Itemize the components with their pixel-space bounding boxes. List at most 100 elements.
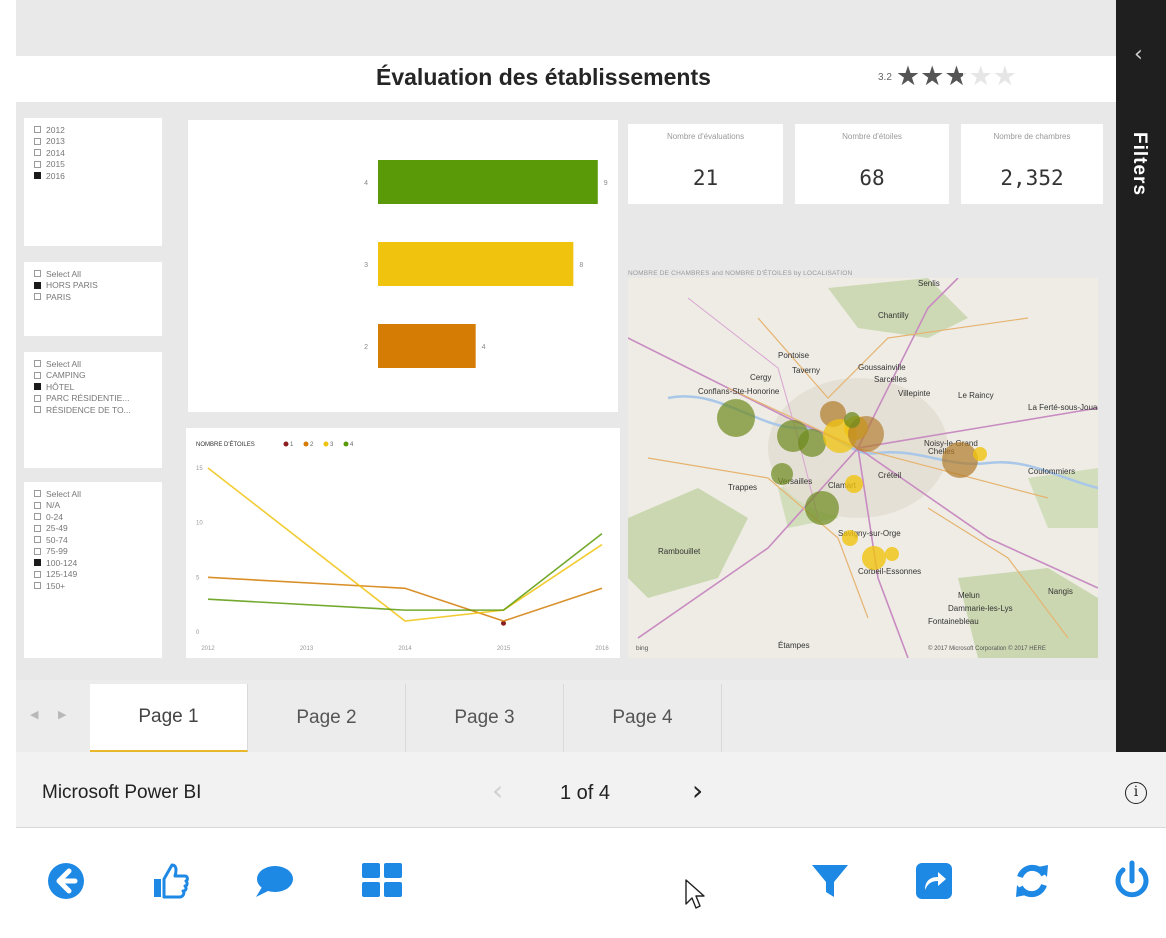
slicer-item[interactable]: 2012 [34, 124, 162, 135]
tab-scroll-arrows-icon[interactable]: ◀ ▶ [30, 708, 74, 721]
checkbox[interactable] [34, 172, 41, 179]
tab-page-2[interactable]: Page 2 [248, 684, 406, 752]
slicer-location[interactable]: Select All HORS PARIS PARIS [24, 262, 162, 336]
power-icon[interactable] [1110, 859, 1154, 903]
slicer-item[interactable]: CAMPING [34, 370, 162, 381]
grid-icon[interactable] [360, 859, 404, 903]
filter-icon[interactable] [808, 859, 852, 903]
checkbox[interactable] [34, 137, 41, 145]
info-icon[interactable]: i [1125, 782, 1147, 804]
checkbox[interactable] [34, 547, 41, 555]
map-bubble[interactable] [771, 463, 793, 485]
previous-page-icon[interactable]: ‹ [492, 774, 503, 807]
refresh-icon[interactable] [1010, 859, 1054, 903]
checkbox[interactable] [34, 559, 41, 566]
checkbox[interactable] [34, 513, 41, 520]
tab-page-3[interactable]: Page 3 [406, 684, 564, 752]
checkbox[interactable] [34, 536, 41, 543]
checkbox[interactable] [34, 582, 41, 589]
slicer-item[interactable]: Select All [34, 488, 162, 499]
line-chart-panel[interactable]: NOMBRE D'ÉTOILES 1 2 3 4 0 5 10 15 2012 2013 2014 20… [186, 428, 620, 658]
slicer-item[interactable]: 2013 [34, 136, 162, 147]
comment-icon[interactable] [252, 859, 296, 903]
kpi-card-stars[interactable]: Nombre d'étoiles 68 [795, 124, 949, 204]
slicer-item[interactable]: 2015 [34, 159, 162, 170]
checkbox[interactable] [34, 293, 41, 300]
checkbox[interactable] [34, 360, 41, 367]
slicer-item[interactable]: HÔTEL [34, 381, 162, 392]
map-bubble[interactable] [862, 546, 886, 570]
tab-page-1[interactable]: Page 1 [90, 684, 248, 752]
checkbox[interactable] [34, 383, 41, 390]
map-forest [958, 568, 1098, 658]
filters-label[interactable]: Filters [1128, 132, 1150, 196]
checkbox[interactable] [34, 501, 41, 509]
slicer-item[interactable]: 2014 [34, 147, 162, 158]
checkbox[interactable] [34, 149, 41, 156]
slicer-item[interactable]: 2016 [34, 170, 162, 181]
slicer-year[interactable]: 2012 2013 2014 2015 2016 [24, 118, 162, 246]
map-bubble[interactable] [973, 447, 987, 461]
line-chart[interactable]: NOMBRE D'ÉTOILES 1 2 3 4 0 5 10 15 2012 2013 2014 20… [186, 428, 620, 658]
slicer-item[interactable]: N/A [34, 500, 162, 511]
checkbox[interactable] [34, 524, 41, 532]
slicer-type[interactable]: Select All CAMPING HÔTEL PARC RÉSIDENTIE...… [24, 352, 162, 468]
map-bubble[interactable] [842, 530, 858, 546]
map-bubble[interactable] [885, 547, 899, 561]
filters-pane[interactable]: ‹ Filters [1116, 0, 1166, 752]
checkbox[interactable] [34, 160, 41, 168]
map-bubble[interactable] [717, 399, 755, 437]
slicer-item-label: HORS PARIS [46, 280, 98, 290]
top-bar [16, 0, 1116, 56]
checkbox[interactable] [34, 394, 41, 402]
kpi-card-evaluations[interactable]: Nombre d'évaluations 21 [628, 124, 783, 204]
back-icon[interactable] [44, 859, 88, 903]
slicer-item[interactable]: 25-49 [34, 523, 162, 534]
slicer-item[interactable]: Select All [34, 268, 162, 279]
map-bubble[interactable] [798, 429, 826, 457]
slicer-item-label: PARC RÉSIDENTIE... [46, 393, 130, 403]
slicer-item[interactable]: 100-124 [34, 557, 162, 568]
slicer-item[interactable]: 0-24 [34, 511, 162, 522]
like-icon[interactable] [148, 859, 192, 903]
legend-marker [303, 441, 309, 447]
checkbox[interactable] [34, 406, 41, 413]
checkbox[interactable] [34, 270, 41, 277]
next-page-icon[interactable]: › [692, 774, 703, 807]
slicer-item[interactable]: PARIS [34, 291, 162, 302]
star-icon: ★ [968, 61, 993, 92]
checkbox[interactable] [34, 570, 41, 578]
slicer-item[interactable]: 75-99 [34, 546, 162, 557]
map-bubble[interactable] [845, 475, 863, 493]
tab-page-4[interactable]: Page 4 [564, 684, 722, 752]
slicer-item[interactable]: Select All [34, 358, 162, 369]
slicer-item-label: Select All [46, 268, 81, 279]
map-bubble[interactable] [805, 491, 839, 525]
map-canvas[interactable]: Senlis Chantilly Pontoise Taverny Goussainvi… [628, 278, 1098, 658]
slicer-item[interactable]: 150+ [34, 580, 162, 591]
bubble-map[interactable]: Senlis Chantilly Pontoise Taverny Goussainvi… [628, 278, 1098, 658]
map-bubble[interactable] [844, 412, 860, 428]
map-place-label: Nangis [1048, 587, 1073, 596]
slicer-item[interactable]: 50-74 [34, 534, 162, 545]
kpi-card-rooms[interactable]: Nombre de chambres 2,352 [961, 124, 1103, 204]
slicer-item[interactable]: RÉSIDENCE DE TO... [34, 404, 162, 415]
slicer-item[interactable]: PARC RÉSIDENTIE... [34, 393, 162, 404]
slicer-item-label: 2016 [46, 170, 65, 181]
share-icon[interactable] [912, 859, 956, 903]
checkbox[interactable] [34, 490, 41, 497]
checkbox[interactable] [34, 281, 41, 289]
collapse-chevron-icon[interactable]: ‹ [1134, 42, 1143, 67]
map-place-label: Fontainebleau [928, 617, 979, 626]
map-place-label: Pontoise [778, 351, 810, 360]
checkbox[interactable] [34, 126, 41, 133]
slicer-item[interactable]: 125-149 [34, 569, 162, 580]
map-bubble[interactable] [942, 442, 978, 478]
bar-chart-panel[interactable]: 4 9 3 8 2 4 [188, 120, 618, 412]
status-bar: Microsoft Power BI ‹ 1 of 4 › i [16, 752, 1166, 828]
slicer-item[interactable]: HORS PARIS [34, 280, 162, 291]
slicer-rooms[interactable]: Select All N/A 0-24 25-49 50-74 75-99 100-124 1… [24, 482, 162, 658]
legend-marker [283, 441, 289, 447]
checkbox[interactable] [34, 371, 41, 379]
bar-chart[interactable]: 4 9 3 8 2 4 [188, 120, 618, 412]
